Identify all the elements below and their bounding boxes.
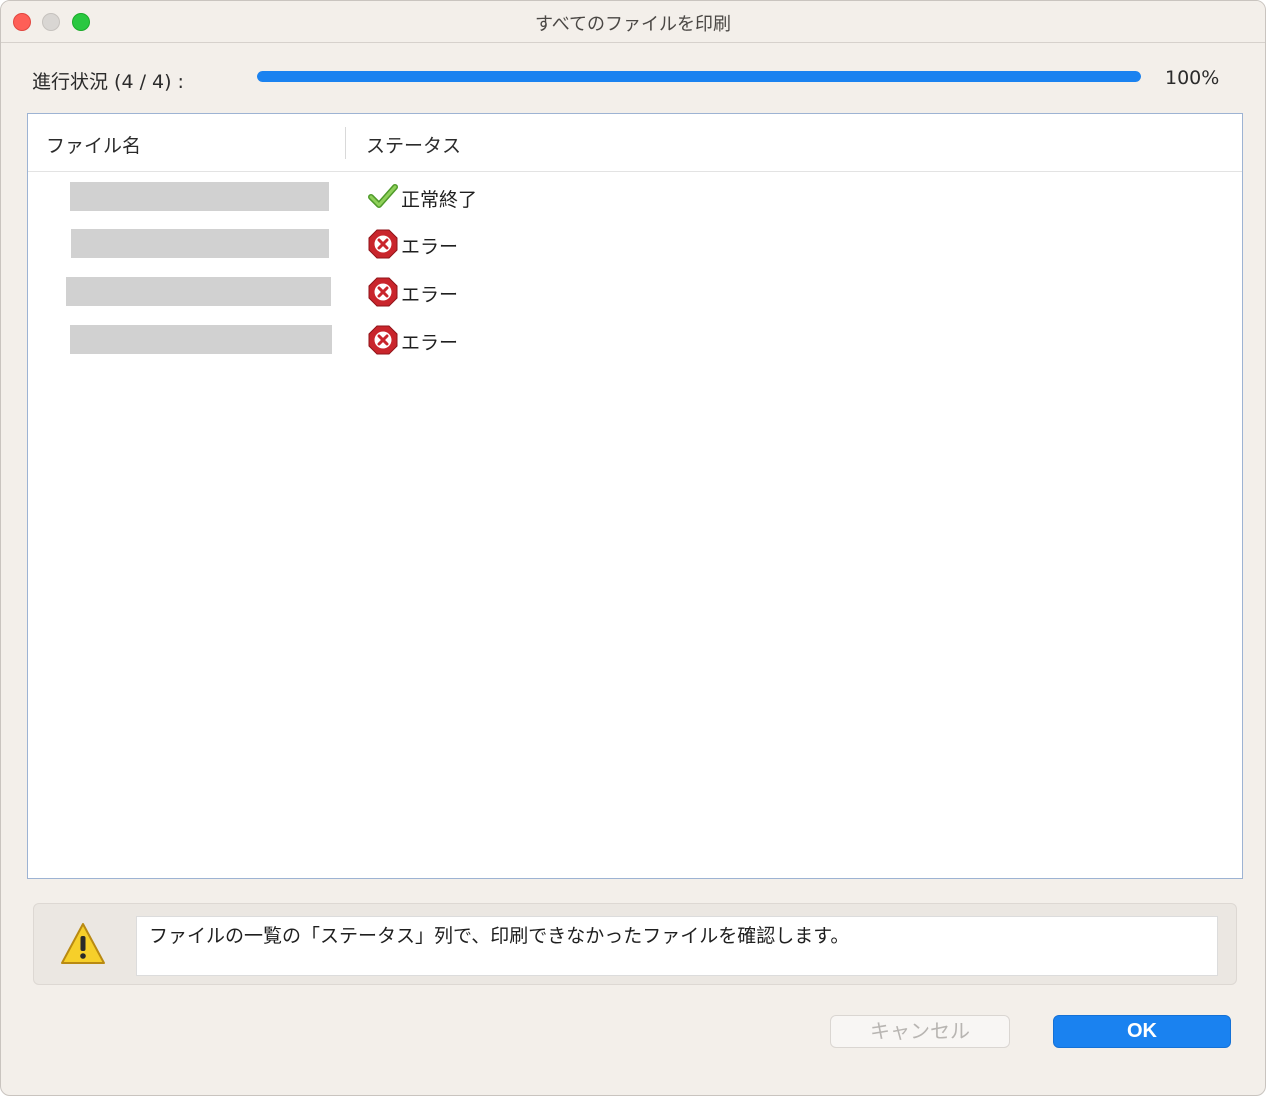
error-icon [368,325,398,355]
status-text: エラー [401,236,459,258]
filename-redacted [70,325,332,354]
filename-redacted [66,277,331,306]
progress-bar-fill [257,71,1141,82]
column-header-status[interactable]: ステータス [366,131,461,158]
status-text: エラー [401,332,459,354]
title-bar: すべてのファイルを印刷 [1,1,1265,43]
warning-icon [61,923,105,964]
file-status-table[interactable]: ファイル名 ステータス 正常終了 エラー エラー エラー [27,113,1243,879]
check-icon [368,184,398,208]
error-icon [368,277,398,307]
table-row[interactable]: 正常終了 [28,182,1242,230]
message-text: ファイルの一覧の「ステータス」列で、印刷できなかったファイルを確認します。 [136,916,1218,976]
table-header: ファイル名 ステータス [28,114,1242,172]
column-divider[interactable] [345,127,346,159]
print-all-files-dialog: すべてのファイルを印刷 進行状況 (4 / 4) : 100% ファイル名 ステ… [0,0,1266,1096]
error-icon [368,229,398,259]
table-row[interactable]: エラー [28,325,1242,373]
progress-label: 進行状況 (4 / 4) : [32,71,184,93]
window-title: すべてのファイルを印刷 [534,14,732,35]
table-row[interactable]: エラー [28,277,1242,325]
ok-button[interactable]: OK [1053,1015,1231,1048]
filename-redacted [70,182,329,211]
column-header-filename[interactable]: ファイル名 [46,131,141,158]
table-row[interactable]: エラー [28,229,1242,277]
progress-bar [257,71,1141,82]
status-text: 正常終了 [401,189,478,211]
status-text: エラー [401,284,459,306]
message-panel: ファイルの一覧の「ステータス」列で、印刷できなかったファイルを確認します。 [33,903,1237,985]
filename-redacted [71,229,329,258]
cancel-button[interactable]: キャンセル [830,1015,1010,1048]
progress-percent: 100% [1165,67,1220,89]
